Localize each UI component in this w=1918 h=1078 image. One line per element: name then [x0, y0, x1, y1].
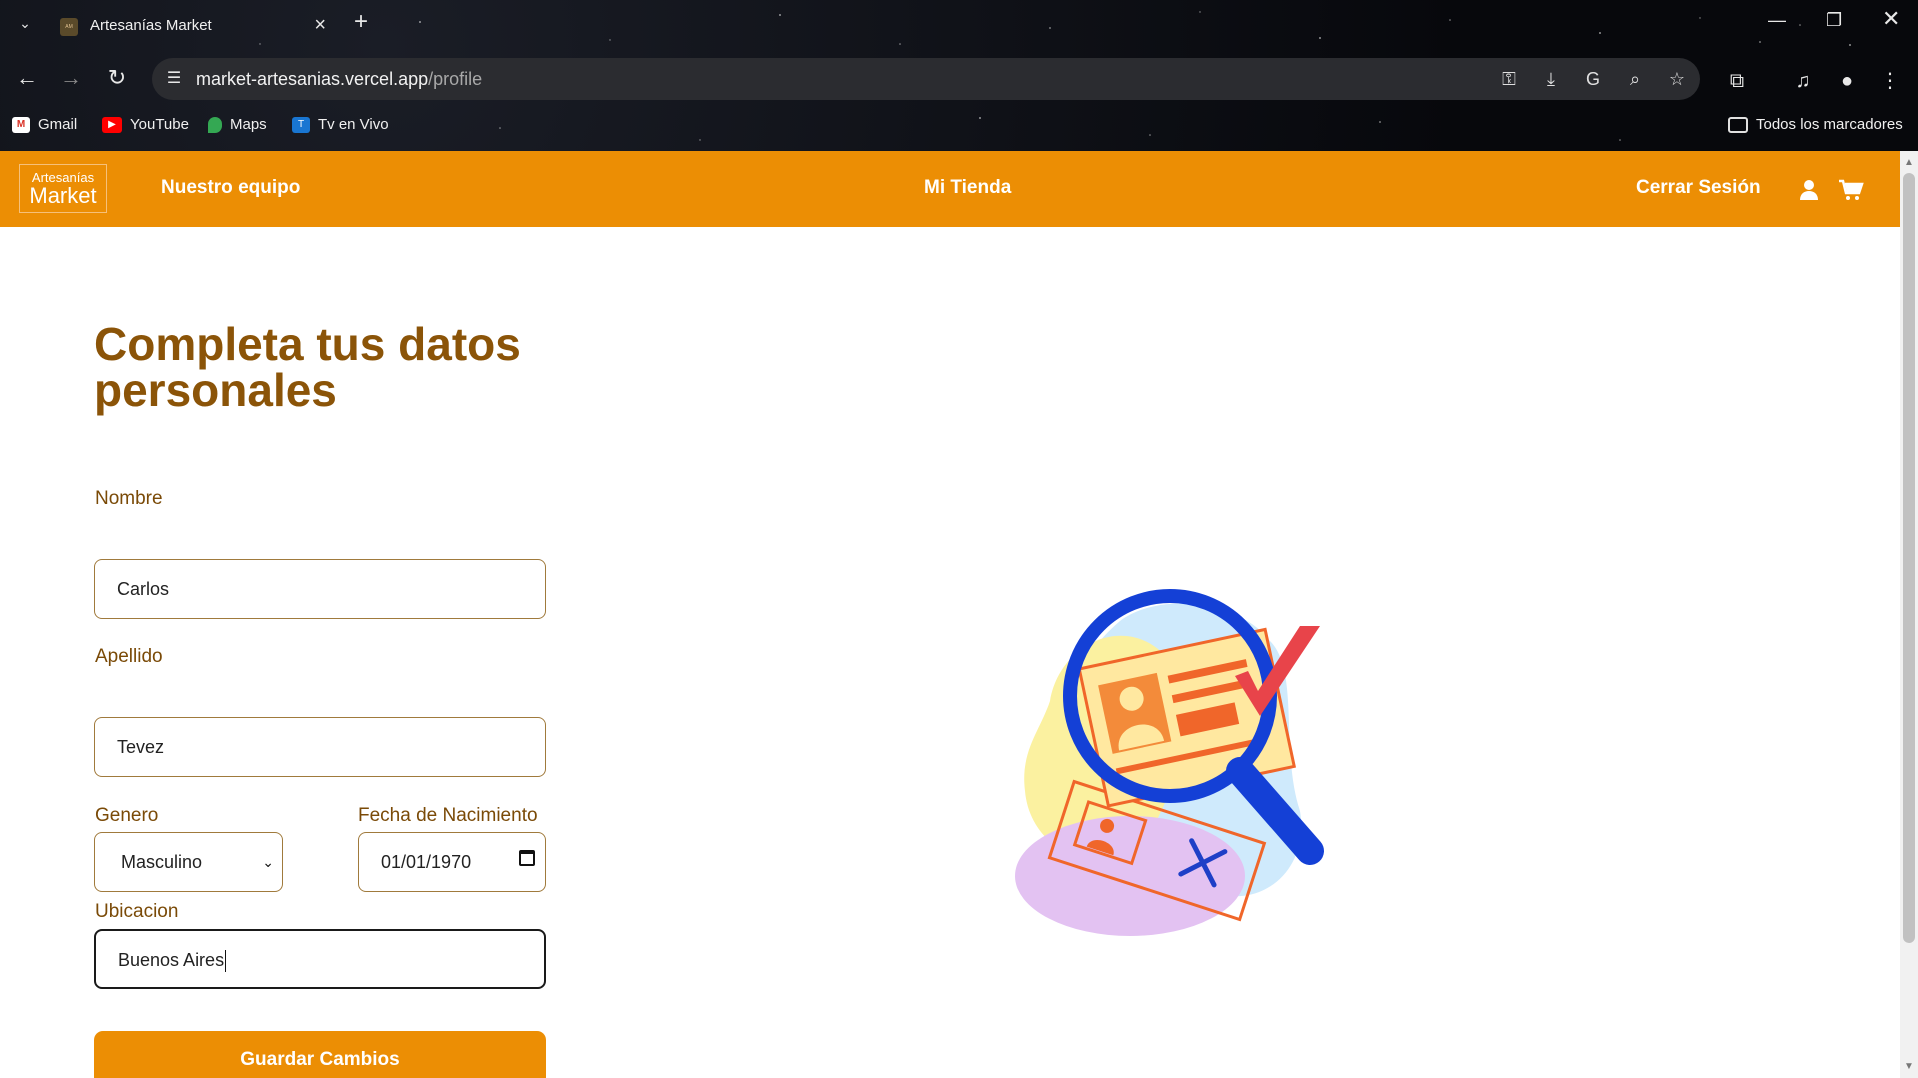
bookmarks-bar: M Gmail ▶ YouTube Maps T Tv en Vivo Todos l…	[0, 112, 1918, 142]
bookmark-label: Tv en Vivo	[318, 116, 389, 133]
tab-favicon-icon: AM	[60, 18, 78, 36]
user-icon[interactable]	[1798, 179, 1820, 201]
new-tab-icon[interactable]: +	[354, 10, 368, 34]
nav-store-link[interactable]: Mi Tienda	[924, 177, 1011, 199]
bookmark-label: Maps	[230, 116, 267, 133]
youtube-icon: ▶	[102, 116, 122, 133]
star-icon[interactable]: ☆	[1664, 66, 1690, 92]
folder-icon	[1728, 116, 1748, 133]
gender-label: Genero	[95, 805, 159, 826]
install-icon[interactable]: ⤓	[1538, 66, 1564, 92]
location-input[interactable]: Buenos Aires	[94, 929, 546, 989]
gmail-icon: M	[12, 116, 30, 133]
scroll-down-icon[interactable]: ▼	[1904, 1061, 1914, 1072]
birthdate-input[interactable]: 01/01/1970	[358, 832, 546, 892]
key-icon[interactable]: ⚿	[1496, 66, 1522, 92]
scrollbar-thumb[interactable]	[1903, 173, 1915, 943]
bookmark-tv-en-vivo[interactable]: T Tv en Vivo	[292, 116, 389, 133]
gender-select[interactable]: Masculino ⌄	[94, 832, 283, 892]
reload-icon[interactable]: ↻	[102, 64, 132, 92]
text-caret	[225, 950, 227, 973]
birthdate-label: Fecha de Nacimiento	[358, 805, 538, 826]
bookmark-maps[interactable]: Maps	[208, 116, 267, 133]
document-search-illustration	[1015, 589, 1324, 936]
name-label: Nombre	[95, 488, 163, 509]
bookmark-label: YouTube	[130, 116, 189, 133]
tab-close-icon[interactable]: ×	[314, 14, 326, 37]
restore-icon[interactable]: ❐	[1826, 10, 1842, 31]
location-value: Buenos Aires	[118, 950, 225, 970]
bookmark-label: Gmail	[38, 116, 78, 133]
translate-icon[interactable]: G	[1580, 66, 1606, 92]
zoom-icon[interactable]: ⌕	[1622, 66, 1648, 92]
logout-link[interactable]: Cerrar Sesión	[1636, 177, 1761, 199]
birthdate-value: 01/01/1970	[381, 852, 472, 872]
scroll-up-icon[interactable]: ▲	[1904, 157, 1914, 168]
gender-value: Masculino	[121, 852, 203, 872]
surname-input[interactable]: Tevez	[94, 717, 546, 777]
media-icon[interactable]: ♫	[1788, 68, 1818, 94]
form-heading: Completa tus datos personales	[94, 318, 521, 416]
site-info-icon[interactable]: ☰	[162, 67, 186, 91]
all-bookmarks[interactable]: Todos los marcadores	[1728, 116, 1903, 133]
back-icon[interactable]: ←	[12, 64, 42, 92]
cart-icon[interactable]	[1838, 179, 1864, 201]
address-bar[interactable]: ☰ market-artesanias.vercel.app/profile ⚿…	[152, 58, 1700, 100]
all-bookmarks-label: Todos los marcadores	[1756, 116, 1903, 133]
site-logo[interactable]: Artesanías Market	[19, 164, 107, 213]
chevron-down-icon: ⌄	[262, 854, 274, 870]
page-scrollbar[interactable]: ▲ ▼	[1900, 151, 1918, 1078]
menu-icon[interactable]: ⋮	[1880, 68, 1900, 94]
bookmark-youtube[interactable]: ▶ YouTube	[102, 116, 189, 133]
url-path: /profile	[428, 69, 483, 89]
forward-icon[interactable]: →	[56, 64, 86, 92]
surname-label: Apellido	[95, 646, 163, 667]
browser-tab[interactable]: AM Artesanías Market ×	[48, 8, 338, 50]
name-input[interactable]: Carlos	[94, 559, 546, 619]
browser-chrome: ⌄ AM Artesanías Market × + — ❐ ✕ ← → ↻ ☰…	[0, 0, 1918, 151]
url-text[interactable]: market-artesanias.vercel.app/profile	[196, 69, 482, 90]
save-button[interactable]: Guardar Cambios	[94, 1031, 546, 1078]
tab-search-chevron-icon[interactable]: ⌄	[14, 12, 36, 34]
site-header: Artesanías Market Nuestro equipo Mi Tien…	[0, 151, 1900, 227]
minimize-icon[interactable]: —	[1768, 10, 1786, 31]
tab-title: Artesanías Market	[90, 17, 212, 34]
bookmark-gmail[interactable]: M Gmail	[12, 116, 77, 133]
logo-line2: Market	[29, 183, 97, 208]
window-close-icon[interactable]: ✕	[1882, 6, 1900, 32]
tv-icon: T	[292, 116, 310, 133]
calendar-icon[interactable]	[519, 850, 535, 866]
extensions-icon[interactable]: ⧉	[1722, 68, 1752, 94]
url-host: market-artesanias.vercel.app	[196, 69, 429, 89]
profile-icon[interactable]: ●	[1832, 68, 1862, 94]
location-label: Ubicacion	[95, 901, 179, 922]
name-value: Carlos	[117, 579, 170, 599]
surname-value: Tevez	[117, 737, 165, 757]
maps-pin-icon	[208, 116, 222, 133]
page-content: Artesanías Market Nuestro equipo Mi Tien…	[0, 151, 1900, 1078]
nav-team-link[interactable]: Nuestro equipo	[161, 177, 300, 199]
